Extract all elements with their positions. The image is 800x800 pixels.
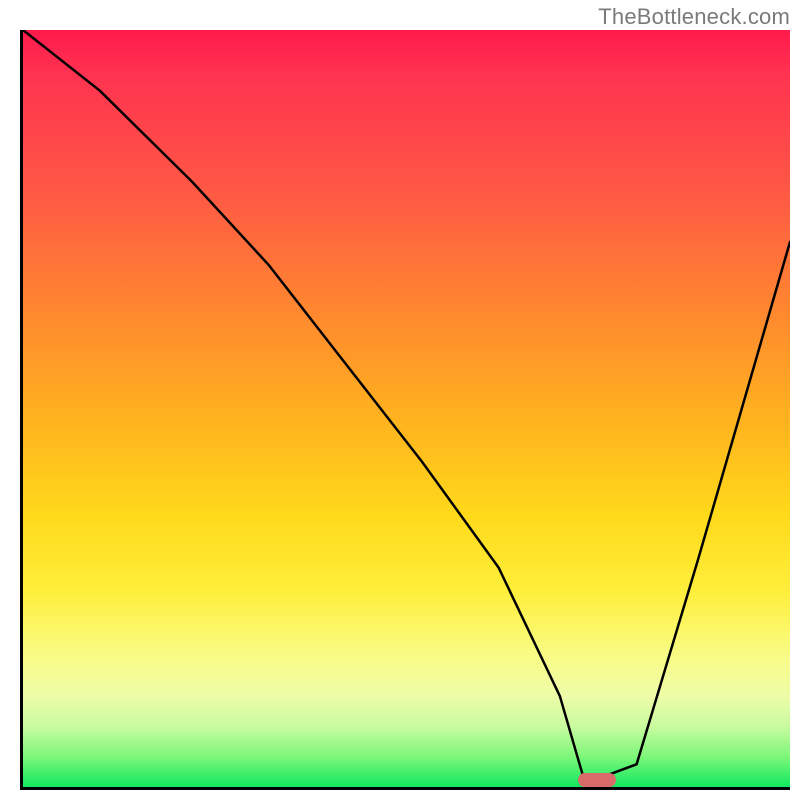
chart-container: TheBottleneck.com	[0, 0, 800, 800]
optimal-marker	[578, 773, 616, 787]
bottleneck-curve	[23, 30, 790, 787]
watermark-label: TheBottleneck.com	[598, 4, 790, 30]
plot-area	[20, 30, 790, 790]
